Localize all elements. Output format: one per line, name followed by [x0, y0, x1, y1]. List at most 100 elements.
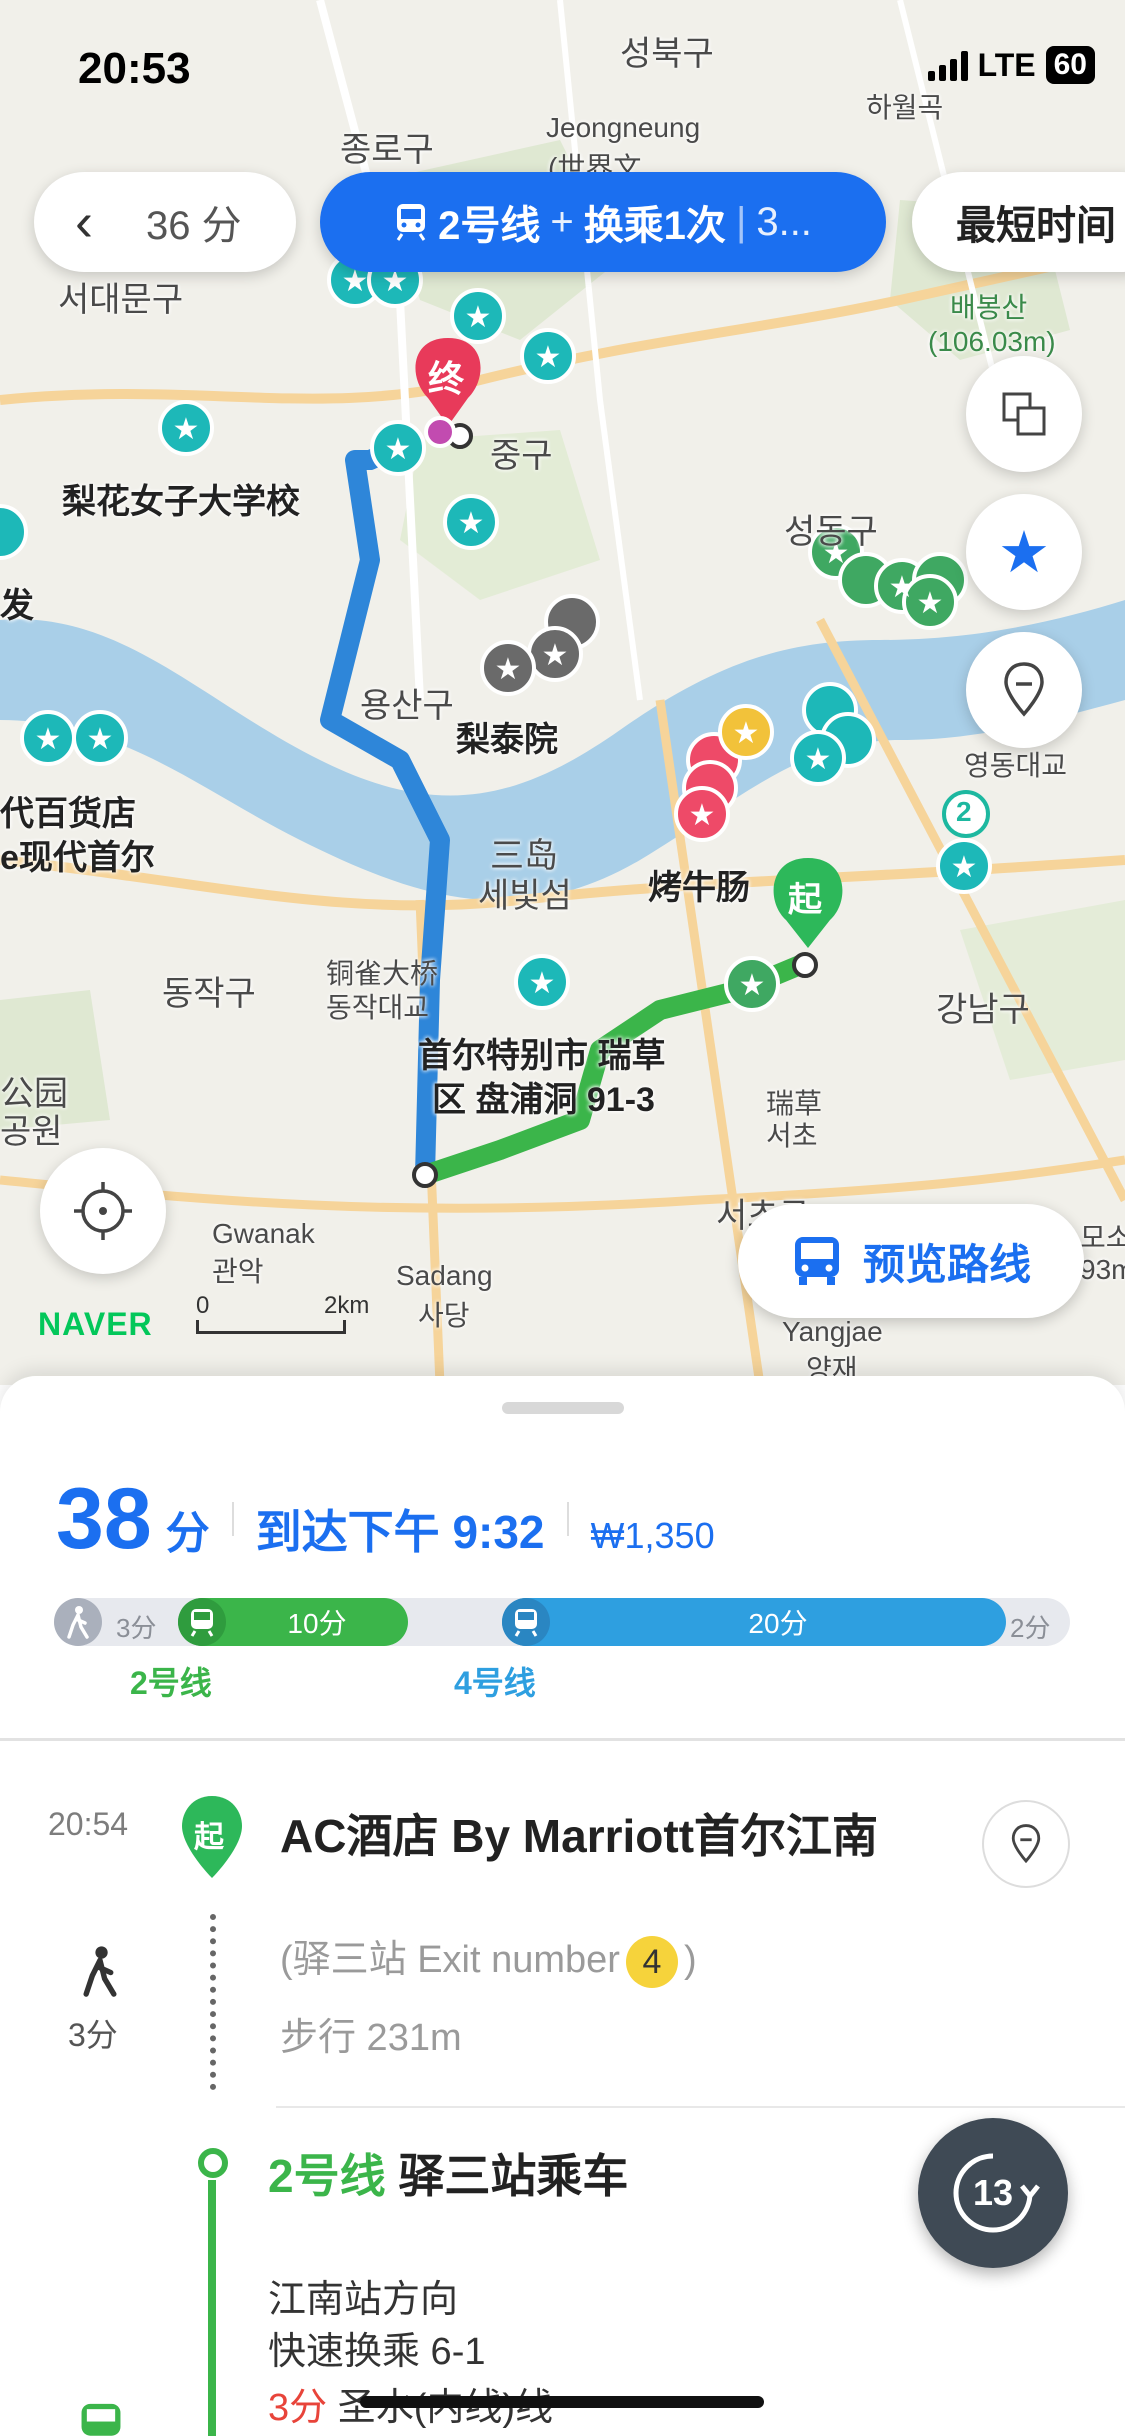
- line2-duration: 10分: [287, 1608, 347, 1639]
- preview-route-button[interactable]: 预览路线: [738, 1204, 1084, 1318]
- map-label-yongsan: 용산구: [360, 687, 454, 725]
- start-pin-label: 起: [788, 881, 822, 919]
- line4-duration: 20分: [748, 1608, 808, 1639]
- total-minutes: 38: [56, 1471, 152, 1567]
- map-scale-bar: 0 2km: [196, 1292, 369, 1334]
- svg-text:★: ★: [35, 722, 62, 757]
- next-train-minutes: 3分: [268, 2387, 328, 2429]
- map-label-seongbuk: 성북구: [620, 35, 714, 73]
- map-label-gopchang: 烤牛肠: [648, 869, 750, 907]
- star-icon: ★: [998, 520, 1050, 585]
- carrier-label: LTE: [977, 46, 1036, 83]
- svg-text:★: ★: [951, 850, 978, 885]
- journey-timeline-bar: 3分 10分 20分 2分: [54, 1598, 1070, 1646]
- refresh-timer-button[interactable]: 13: [918, 2118, 1068, 2268]
- map-label-hyundai2: e现代首尔: [0, 839, 155, 877]
- scale-zero: 0: [196, 1292, 210, 1319]
- subway-icon: [396, 204, 426, 241]
- route-separator: |: [735, 199, 747, 244]
- route-summary: 38 分 到达下午 9:32 ₩1,350: [56, 1476, 715, 1562]
- map-label-gwanak1: Gwanak: [212, 1218, 315, 1249]
- map-label-itaewon: 梨泰院: [456, 721, 558, 759]
- svg-text:★: ★: [173, 412, 200, 447]
- origin-name[interactable]: AC酒店 By Marriott首尔江南: [280, 1800, 878, 1866]
- map-label-seodaemun: 서대문구: [58, 281, 184, 319]
- walk-hint-pre: (驿三站 Exit number: [280, 1939, 620, 1981]
- end-pin-label: 终: [428, 358, 465, 399]
- train-icon: [81, 2403, 121, 2436]
- map-label-haweolgok: 하월곡: [866, 92, 944, 123]
- route-line-name: 2号线: [438, 204, 541, 248]
- fare: ₩1,350: [590, 1515, 715, 1556]
- subway-icon: [178, 1598, 226, 1646]
- board-step-title[interactable]: 2号线 驿三站乘车: [268, 2140, 628, 2206]
- svg-text:★: ★: [689, 798, 716, 833]
- map-label-ewha: 梨花女子大学校: [62, 483, 300, 521]
- svg-text:★: ★: [529, 966, 556, 1001]
- station-node-icon: [198, 2148, 228, 2178]
- map-label-park2: 공원: [0, 1113, 63, 1151]
- home-indicator[interactable]: [360, 2396, 764, 2408]
- map-label-hyundai1: 代百货店: [0, 795, 136, 833]
- map-view[interactable]: ★ ★ ★ ★ ★ ★ ★ ★ ★ ★ ★ ★ ★ ★ ★ ★ ★ ★ ★ ★ 终 起 2 성북구 종로구 J…: [0, 0, 1125, 1385]
- preview-route-label: 预览路线: [862, 1240, 1031, 1288]
- svg-text:★: ★: [739, 968, 766, 1003]
- section-divider: [0, 1738, 1125, 1741]
- map-label-jongno: 종로구: [340, 131, 434, 169]
- line2-label: 2号线: [130, 1665, 212, 1701]
- map-label-jeongneung: Jeongneung: [546, 112, 701, 143]
- board-station: 驿三站乘车: [398, 2150, 629, 2202]
- map-label-address1: 首尔特别市 瑞草: [418, 1037, 666, 1075]
- map-label-baebongsan-height: (106.03m): [928, 326, 1056, 357]
- quick-transfer-text: 快速换乘 6-1: [268, 2331, 486, 2373]
- walk-distance: 步行 231m: [280, 2017, 462, 2059]
- subway-icon: [502, 1598, 550, 1646]
- route-transfer: 换乘1次: [583, 204, 726, 248]
- scale-distance: 2km: [324, 1292, 370, 1319]
- naver-logo: NAVER: [38, 1306, 153, 1342]
- exit-number-badge: 4: [625, 1935, 678, 1988]
- origin-map-button[interactable]: [982, 1800, 1070, 1888]
- direction-text: 江南站方向: [268, 2279, 459, 2321]
- battery-icon: 60: [1045, 46, 1095, 84]
- alt-route-time: 36 分: [146, 204, 242, 248]
- status-time: 20:53: [78, 44, 191, 93]
- map-label-sadang1: Sadang: [396, 1260, 493, 1291]
- selected-route-pill[interactable]: 2号线 + 换乘1次 | 3...: [320, 172, 886, 272]
- map-label-yangjae1: Yangjae: [782, 1316, 883, 1347]
- sheet-grabber[interactable]: [502, 1402, 624, 1414]
- map-label-baebongsan: 배봉산: [950, 292, 1028, 323]
- svg-text:★: ★: [495, 652, 522, 687]
- favorites-button[interactable]: ★: [966, 494, 1082, 610]
- layers-icon: [1002, 392, 1046, 436]
- line4-segment: 20分: [502, 1598, 1006, 1646]
- route-more: 3...: [756, 199, 812, 244]
- back-pill[interactable]: ‹ 36 分: [34, 172, 296, 272]
- svg-text:★: ★: [87, 722, 114, 757]
- map-label-sadang2: 사당: [418, 1300, 470, 1331]
- arrival-time: 到达下午 9:32: [255, 1506, 545, 1558]
- back-arrow-icon[interactable]: ‹: [46, 184, 122, 260]
- walk-icon: [54, 1598, 102, 1646]
- signal-icon: [927, 49, 968, 81]
- line2-path: [208, 2180, 216, 2436]
- map-label-junggu: 중구: [490, 437, 553, 475]
- crosshair-icon: [74, 1182, 132, 1240]
- bus-icon: [794, 1237, 839, 1285]
- map-label-seocho2: 서초: [766, 1120, 818, 1151]
- current-location-button[interactable]: [40, 1148, 166, 1274]
- map-label-mo: 모소: [1080, 1222, 1125, 1253]
- sort-shortest-pill[interactable]: 最短时间: [912, 172, 1125, 272]
- location-pin-icon: [1011, 1824, 1041, 1864]
- walk-hint-post: ): [683, 1939, 697, 1981]
- map-label-samdo2: 세빛섬: [478, 877, 572, 915]
- svg-text:★: ★: [733, 716, 760, 751]
- layers-button[interactable]: [966, 356, 1082, 472]
- minutes-unit: 分: [165, 1509, 210, 1558]
- poi-button[interactable]: [966, 632, 1082, 748]
- map-label-gangnam: 강남구: [936, 991, 1030, 1029]
- start-marker-label: 起: [194, 1821, 224, 1854]
- svg-text:★: ★: [542, 638, 569, 673]
- svg-text:★: ★: [535, 340, 562, 375]
- route-detail-sheet[interactable]: 38 分 到达下午 9:32 ₩1,350 3分 10分 20分 2分 2号线 …: [0, 1376, 1125, 2436]
